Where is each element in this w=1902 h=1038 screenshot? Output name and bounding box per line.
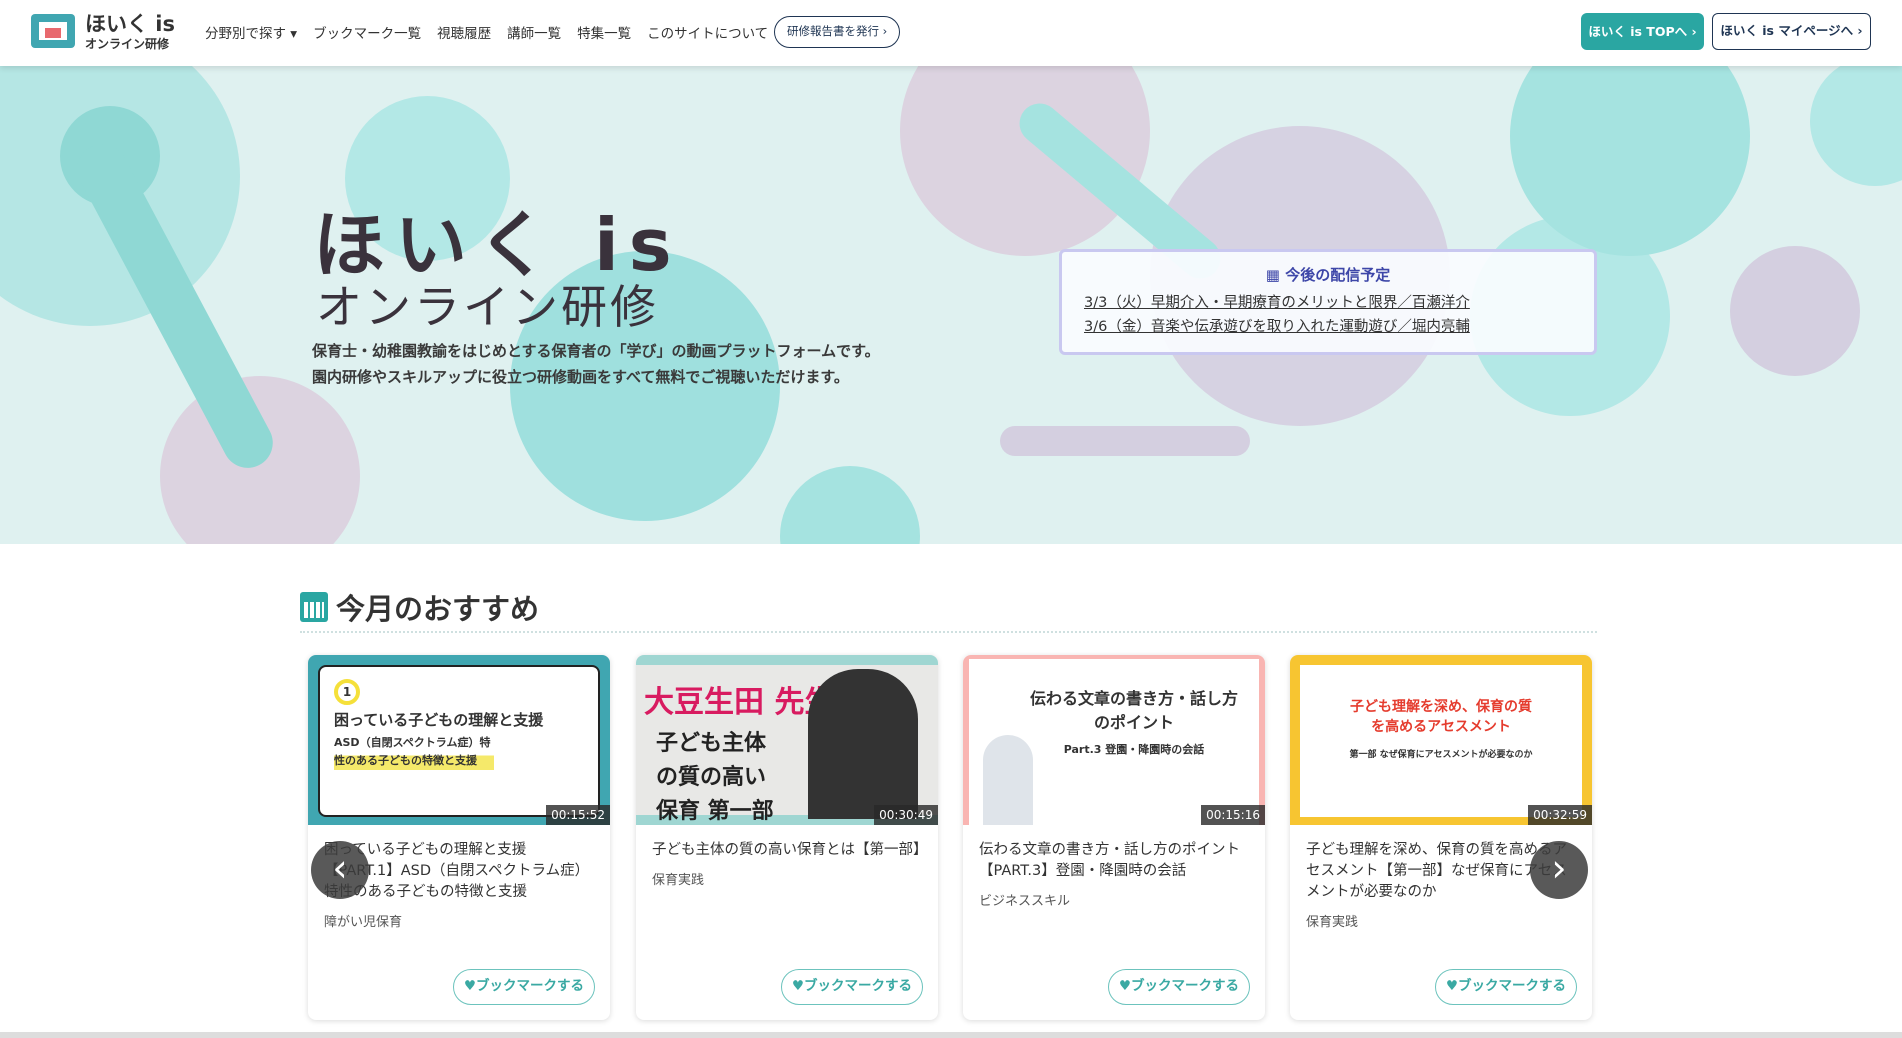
bookmark-label: ブックマークする bbox=[476, 978, 584, 994]
video-category: 障がい児保育 bbox=[324, 915, 403, 930]
video-title[interactable]: 伝わる文章の書き方・話し方のポイント【PART.3】登園・降園時の会話 bbox=[963, 825, 1265, 882]
video-duration: 00:32:59 bbox=[1528, 805, 1592, 825]
schedule-heading-text: 今後の配信予定 bbox=[1285, 266, 1391, 284]
main-nav: 分野別で探す ▾ ブックマーク一覧 視聴履歴 講師一覧 特集一覧 このサイトにつ… bbox=[205, 22, 768, 42]
video-card[interactable]: 大豆生田 先生 子ども主体の質の高い保育 第一部 00:30:49 子ども主体の… bbox=[636, 655, 938, 1020]
carousel-next-button[interactable]: › bbox=[1530, 841, 1588, 899]
thumb-subtitle: Part.3 登園・降園時の会話 bbox=[1063, 743, 1205, 756]
video-duration: 00:30:49 bbox=[874, 805, 938, 825]
video-duration: 00:15:52 bbox=[546, 805, 610, 825]
section-title: 今月のおすすめ bbox=[336, 592, 540, 626]
heart-icon: ♥ bbox=[1445, 978, 1458, 994]
thumb-title: 子ども理解を深め、保育の質を高めるアセスメント bbox=[1350, 699, 1532, 735]
thumb-title: 大豆生田 先生 bbox=[644, 685, 835, 720]
bookmark-button[interactable]: ♥ブックマークする bbox=[1434, 969, 1577, 1005]
divider bbox=[300, 631, 1597, 633]
decor-bar bbox=[1000, 426, 1250, 456]
lecturer-photo bbox=[983, 735, 1033, 825]
logo-title: ほいく is bbox=[85, 11, 176, 36]
schedule-heading: ▦ 今後の配信予定 bbox=[1084, 264, 1572, 285]
thumb-title: 困っている子どもの理解と支援 bbox=[334, 711, 544, 729]
site-logo[interactable]: ほいく is オンライン研修 bbox=[27, 10, 175, 54]
hero-desc-line: 保育士・幼稚園教諭をはじめとする保育者の「学び」の動画プラットフォームです。 bbox=[312, 342, 880, 360]
video-category: 保育実践 bbox=[652, 873, 705, 888]
thumb-subtitle: 第一部 なぜ保育にアセスメントが必要なのか bbox=[1349, 750, 1533, 760]
video-card[interactable]: 子ども理解を深め、保育の質を高めるアセスメント第一部 なぜ保育にアセスメントが必… bbox=[1290, 655, 1592, 1020]
nav-lecturers[interactable]: 講師一覧 bbox=[507, 22, 561, 42]
hero-subtitle: オンライン研修 bbox=[316, 280, 659, 334]
bookmark-button[interactable]: ♥ブックマークする bbox=[780, 969, 923, 1005]
decor-circle bbox=[780, 466, 920, 544]
schedule-box: ▦ 今後の配信予定 3/3（火）早期介入・早期療育のメリットと限界／百瀬洋介 3… bbox=[1059, 249, 1597, 355]
video-category: ビジネススキル bbox=[979, 894, 1071, 909]
site-header: ほいく is オンライン研修 分野別で探す ▾ ブックマーク一覧 視聴履歴 講師一… bbox=[0, 0, 1902, 66]
thumb-subtitle: ASD（自閉スペクトラム症）特性のある子どもの特徴と支援 bbox=[334, 734, 494, 770]
hero-desc-line: 園内研修やスキルアップに役立つ研修動画をすべて無料でご視聴いただけます。 bbox=[312, 368, 849, 386]
logo-icon bbox=[27, 10, 77, 54]
nav-features[interactable]: 特集一覧 bbox=[577, 22, 631, 42]
nav-bookmarks[interactable]: ブックマーク一覧 bbox=[313, 22, 421, 42]
heart-icon: ♥ bbox=[1118, 978, 1131, 994]
bookmark-label: ブックマークする bbox=[1458, 978, 1566, 994]
bookmark-button[interactable]: ♥ブックマークする bbox=[1107, 969, 1250, 1005]
calendar-icon bbox=[300, 592, 328, 622]
schedule-link[interactable]: 3/6（金）音楽や伝承遊びを取り入れた運動遊び／堀内亮輔 bbox=[1084, 315, 1572, 339]
thumb-subtitle: 子ども主体の質の高い保育 第一部 bbox=[656, 731, 774, 824]
heart-icon: ♥ bbox=[463, 978, 476, 994]
decor-circle bbox=[1730, 246, 1860, 376]
schedule-link[interactable]: 3/3（火）早期介入・早期療育のメリットと限界／百瀬洋介 bbox=[1084, 291, 1572, 315]
hero-banner: ほいく is オンライン研修 保育士・幼稚園教諭をはじめとする保育者の「学び」の… bbox=[0, 66, 1902, 544]
mypage-button[interactable]: ほいく is マイページへ › bbox=[1712, 13, 1871, 50]
video-thumbnail[interactable]: 1 困っている子どもの理解と支援 ASD（自閉スペクトラム症）特性のある子どもの特徴… bbox=[308, 655, 610, 825]
decor-circle bbox=[1810, 66, 1902, 186]
horizontal-scrollbar[interactable] bbox=[0, 1032, 1902, 1038]
bookmark-label: ブックマークする bbox=[1131, 978, 1239, 994]
video-title[interactable]: 子ども主体の質の高い保育とは【第一部】 bbox=[636, 825, 938, 861]
video-card[interactable]: 伝わる文章の書き方・話し方のポイント Part.3 登園・降園時の会話 00:15… bbox=[963, 655, 1265, 1020]
logo-subtitle: オンライン研修 bbox=[85, 36, 170, 51]
video-category: 保育実践 bbox=[1306, 915, 1359, 930]
video-duration: 00:15:16 bbox=[1201, 805, 1265, 825]
hoiku-top-button[interactable]: ほいく is TOPへ › bbox=[1581, 13, 1704, 50]
video-thumbnail[interactable]: 子ども理解を深め、保育の質を高めるアセスメント第一部 なぜ保育にアセスメントが必… bbox=[1290, 655, 1592, 825]
calendar-icon: ▦ bbox=[1265, 266, 1286, 284]
bookmark-label: ブックマークする bbox=[804, 978, 912, 994]
lecturer-photo bbox=[808, 669, 918, 819]
heart-icon: ♥ bbox=[791, 978, 804, 994]
video-card[interactable]: 1 困っている子どもの理解と支援 ASD（自閉スペクトラム症）特性のある子どもの特徴… bbox=[308, 655, 610, 1020]
issue-report-button[interactable]: 研修報告書を発行 › bbox=[774, 16, 901, 48]
nav-about[interactable]: このサイトについて bbox=[647, 22, 768, 42]
video-thumbnail[interactable]: 伝わる文章の書き方・話し方のポイント Part.3 登園・降園時の会話 00:15… bbox=[963, 655, 1265, 825]
nav-category-dropdown[interactable]: 分野別で探す ▾ bbox=[205, 22, 297, 42]
thumb-title: 伝わる文章の書き方・話し方のポイント bbox=[1029, 689, 1238, 732]
hero-description: 保育士・幼稚園教諭をはじめとする保育者の「学び」の動画プラットフォームです。 園内… bbox=[312, 338, 880, 390]
nav-history[interactable]: 視聴履歴 bbox=[437, 22, 491, 42]
carousel-prev-button[interactable]: ‹ bbox=[311, 841, 369, 899]
bookmark-button[interactable]: ♥ブックマークする bbox=[452, 969, 595, 1005]
video-thumbnail[interactable]: 大豆生田 先生 子ども主体の質の高い保育 第一部 00:30:49 bbox=[636, 655, 938, 825]
thumb-number: 1 bbox=[334, 679, 360, 705]
section-heading: 今月のおすすめ bbox=[300, 586, 539, 628]
